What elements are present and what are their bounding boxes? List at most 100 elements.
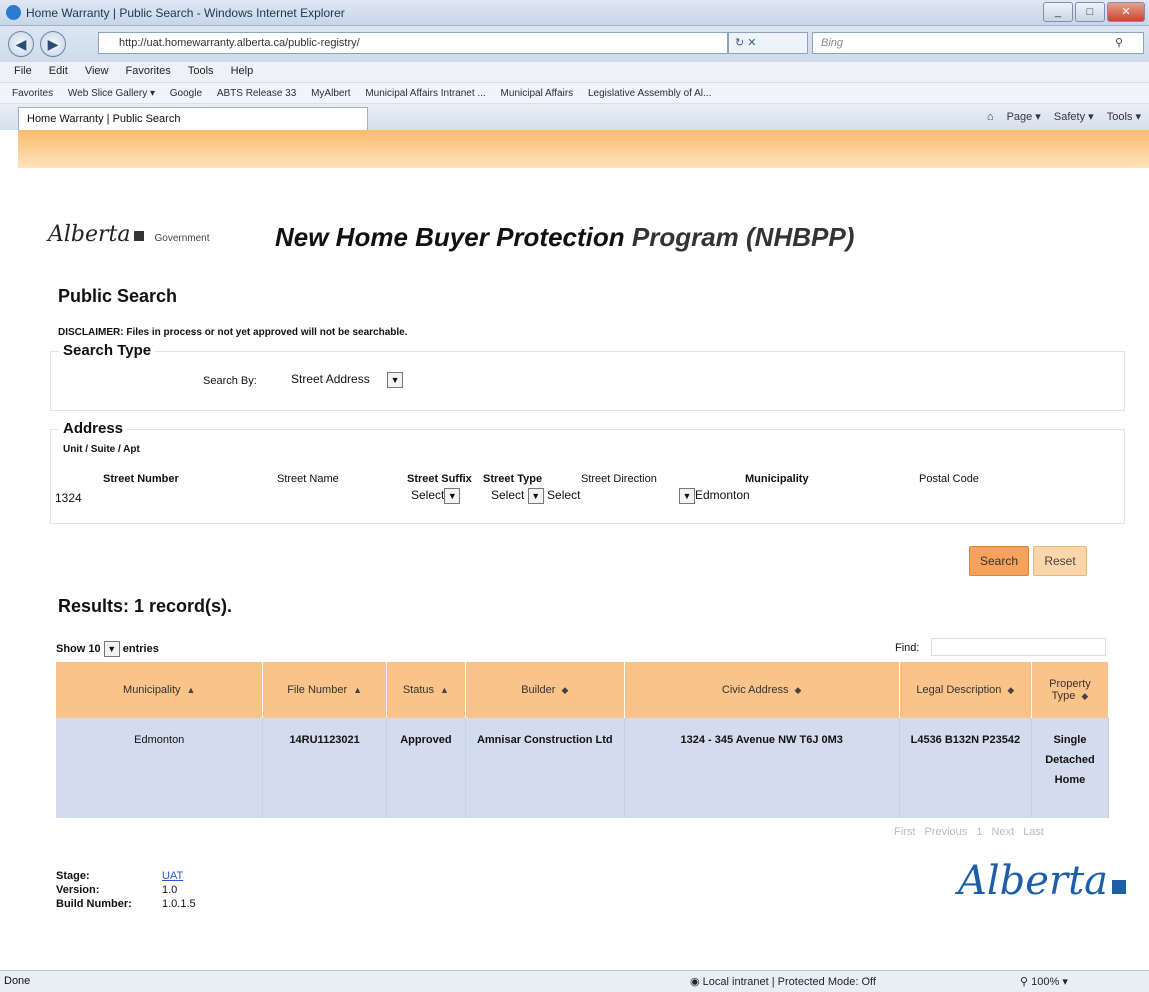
find-label: Find: <box>895 642 920 654</box>
cell-builder: Amnisar Construction Ltd <box>465 718 625 818</box>
street-type-select[interactable]: Select ▼ Select <box>491 488 580 506</box>
browser-tab[interactable]: Home Warranty | Public Search <box>18 107 368 130</box>
home-icon[interactable]: ⌂ <box>987 111 994 123</box>
postal-code-label: Postal Code <box>919 473 979 485</box>
window-title: Home Warranty | Public Search - Windows … <box>26 6 345 20</box>
street-name-label: Street Name <box>277 473 339 485</box>
find-input[interactable] <box>931 638 1106 656</box>
chevron-down-icon[interactable]: ▼ <box>527 488 544 504</box>
program-title-b: Program (NHBPP) <box>631 222 855 252</box>
page-content: Alberta Government New Home Buyer Protec… <box>18 168 1149 968</box>
search-icon[interactable]: ⚲ <box>1115 33 1123 53</box>
pager: First Previous 1 Next Last <box>888 826 1044 838</box>
address-fieldset: Address Unit / Suite / Apt Street Number… <box>50 420 1125 524</box>
fav-link-google[interactable]: Google <box>170 88 202 99</box>
municipality-select[interactable]: ▼ Edmonton <box>679 488 750 506</box>
logo-square-icon <box>133 231 144 241</box>
pager-next[interactable]: Next <box>992 826 1015 838</box>
globe-icon: ◉ <box>690 976 700 988</box>
sort-both-icon: ◆ <box>1081 691 1089 701</box>
col-civic-address[interactable]: Civic Address ◆ <box>624 662 900 718</box>
back-button[interactable]: ◀ <box>8 31 34 57</box>
table-row[interactable]: Edmonton 14RU1123021 Approved Amnisar Co… <box>56 718 1110 818</box>
fav-link-myalbert[interactable]: MyAlbert <box>311 88 350 99</box>
minimize-button[interactable]: _ <box>1043 2 1073 22</box>
search-button[interactable]: Search <box>969 546 1029 576</box>
menu-help[interactable]: Help <box>231 65 254 77</box>
cell-file-number: 14RU1123021 <box>262 718 387 818</box>
security-zone: ◉ Local intranet | Protected Mode: Off <box>690 976 876 988</box>
address-toolbar: ◀ ▶ http://uat.homewarranty.alberta.ca/p… <box>0 26 1149 62</box>
fav-link-abts[interactable]: ABTS Release 33 <box>217 88 297 99</box>
build-value: 1.0.1.5 <box>162 898 196 910</box>
fav-link-ma[interactable]: Municipal Affairs <box>501 88 574 99</box>
col-file-number[interactable]: File Number ▲ <box>262 662 387 718</box>
menu-view[interactable]: View <box>85 65 109 77</box>
sort-asc-icon: ▲ <box>440 685 449 695</box>
alberta-logo-footer: Alberta <box>958 858 1126 904</box>
search-by-select[interactable]: Street Address ▼ <box>291 372 404 390</box>
alberta-logo: Alberta Government <box>48 222 210 247</box>
address-bar[interactable]: http://uat.homewarranty.alberta.ca/publi… <box>98 32 728 54</box>
street-number-input[interactable]: 1324 <box>55 491 82 505</box>
logo-text: Alberta <box>48 222 131 247</box>
zoom-icon: ⚲ <box>1020 976 1029 988</box>
menu-edit[interactable]: Edit <box>49 65 68 77</box>
sort-both-icon: ◆ <box>561 685 569 695</box>
pager-previous[interactable]: Previous <box>924 826 967 838</box>
cell-legal-description: L4536 B132N P23542 <box>899 718 1032 818</box>
address-legend: Address <box>59 420 128 437</box>
street-type-value: Select <box>491 488 525 503</box>
fav-link-ma-intranet[interactable]: Municipal Affairs Intranet ... <box>365 88 485 99</box>
chevron-down-icon[interactable]: ▼ <box>679 488 695 504</box>
chevron-down-icon[interactable]: ▼ <box>444 488 461 504</box>
forward-button[interactable]: ▶ <box>40 31 66 57</box>
page-size-select[interactable]: ▼ <box>103 641 120 657</box>
col-municipality[interactable]: Municipality ▲ <box>56 662 264 718</box>
version-label: Version: <box>56 884 100 896</box>
street-suffix-select[interactable]: Select ▼ <box>411 488 461 506</box>
cmd-tools[interactable]: Tools ▾ <box>1107 111 1141 123</box>
show-prefix: Show <box>56 642 86 655</box>
search-input[interactable]: Bing ⚲ <box>812 32 1144 54</box>
cmd-page[interactable]: Page ▾ <box>1007 111 1041 123</box>
program-title-a: New Home Buyer Protection <box>275 222 625 252</box>
logo-square-icon <box>1112 880 1126 894</box>
page-title: Public Search <box>58 286 178 306</box>
cell-civic-address: 1324 - 345 Avenue NW T6J 0M3 <box>624 718 900 818</box>
pager-first[interactable]: First <box>894 826 915 838</box>
favorites-button[interactable]: Favorites <box>12 88 53 99</box>
maximize-button[interactable]: □ <box>1075 2 1105 22</box>
cell-municipality: Edmonton <box>56 718 264 818</box>
zoom-level[interactable]: ⚲ 100% ▾ <box>1020 975 1068 988</box>
street-number-label: Street Number <box>103 473 179 485</box>
fav-link-web-slice[interactable]: Web Slice Gallery ▾ <box>68 88 155 99</box>
menu-tools[interactable]: Tools <box>188 65 214 77</box>
command-bar: ⌂ Page ▾ Safety ▾ Tools ▾ <box>977 110 1141 123</box>
col-status[interactable]: Status ▲ <box>386 662 467 718</box>
header-banner <box>18 130 1149 168</box>
ie-logo-icon <box>6 5 21 20</box>
menu-favorites[interactable]: Favorites <box>126 65 171 77</box>
col-property-type[interactable]: Property Type ◆ <box>1031 662 1110 718</box>
pager-page-1[interactable]: 1 <box>976 826 982 838</box>
street-direction-label: Street Direction <box>581 473 657 485</box>
chevron-down-icon[interactable]: ▼ <box>387 372 404 388</box>
status-bar: Done ◉ Local intranet | Protected Mode: … <box>0 970 1149 992</box>
cmd-safety[interactable]: Safety ▾ <box>1054 111 1094 123</box>
col-legal-description[interactable]: Legal Description ◆ <box>899 662 1032 718</box>
logo-sub: Government <box>154 233 210 244</box>
results-heading: Results: 1 record(s). <box>58 596 233 616</box>
refresh-stop-buttons[interactable]: ↻ ✕ <box>728 32 808 54</box>
stage-label: Stage: <box>56 870 90 882</box>
menu-file[interactable]: File <box>14 65 32 77</box>
search-type-legend: Search Type <box>59 342 156 359</box>
fav-link-legislative[interactable]: Legislative Assembly of Al... <box>588 88 711 99</box>
pager-last[interactable]: Last <box>1023 826 1044 838</box>
show-suffix: entries <box>122 642 159 655</box>
unit-label: Unit / Suite / Apt <box>63 444 140 455</box>
close-button[interactable]: ✕ <box>1107 2 1145 22</box>
col-builder[interactable]: Builder ◆ <box>465 662 625 718</box>
reset-button[interactable]: Reset <box>1033 546 1087 576</box>
stage-value[interactable]: UAT <box>162 870 183 882</box>
